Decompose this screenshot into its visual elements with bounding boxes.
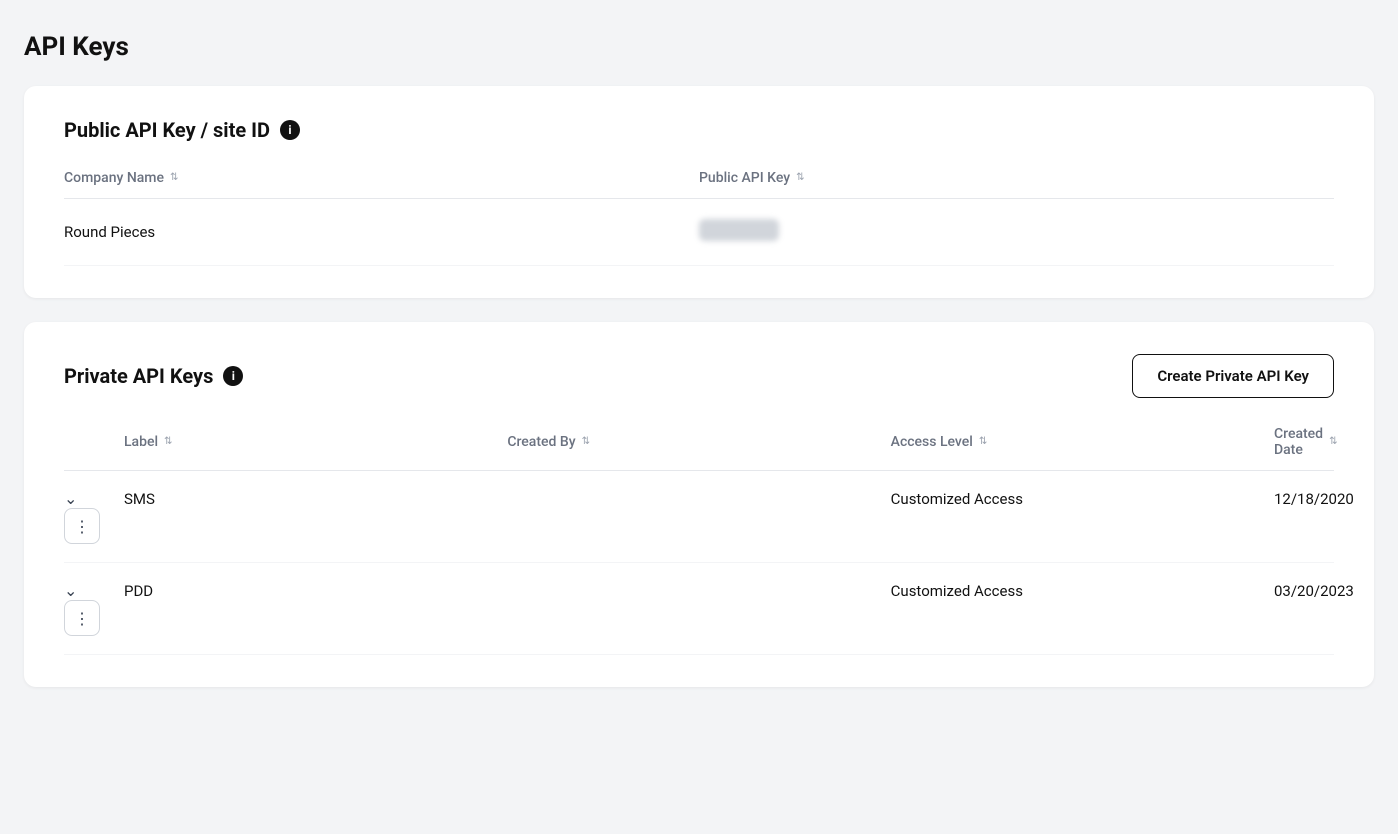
page-title: API Keys <box>24 32 1374 62</box>
public-api-key-info-icon[interactable]: i <box>280 120 300 140</box>
public-api-key-label: Public API Key <box>699 170 790 186</box>
created-by-col-label: Created By <box>507 434 575 450</box>
label-col-label: Label <box>124 434 158 450</box>
company-name-cell: Round Pieces <box>64 223 699 241</box>
create-private-api-key-button[interactable]: Create Private API Key <box>1132 354 1334 398</box>
more-actions-sms-button[interactable]: ⋮ <box>64 508 100 544</box>
public-api-key-title: Public API Key / site ID <box>64 118 270 142</box>
created-date-pdd: 03/20/2023 <box>1274 582 1334 600</box>
label-pdd: PDD <box>124 582 507 600</box>
expand-sms[interactable]: ⌄ <box>64 489 124 508</box>
actions-pdd: ⋮ <box>64 600 124 636</box>
chevron-down-icon-sms: ⌄ <box>64 489 77 508</box>
access-level-col-label: Access Level <box>891 434 973 450</box>
private-key-table-header: Label ⇅ Created By ⇅ Access Level ⇅ Crea… <box>64 426 1334 471</box>
blurred-api-key <box>699 219 779 241</box>
public-api-key-cell <box>699 219 1334 245</box>
created-date-sms: 12/18/2020 <box>1274 490 1334 508</box>
ellipsis-vertical-icon-pdd: ⋮ <box>74 609 90 628</box>
access-level-pdd: Customized Access <box>891 582 1274 600</box>
more-actions-pdd-button[interactable]: ⋮ <box>64 600 100 636</box>
company-name-sort-icon[interactable]: ⇅ <box>170 173 178 183</box>
public-key-table-row: Round Pieces <box>64 199 1334 266</box>
label-sort-icon[interactable]: ⇅ <box>164 437 172 447</box>
expand-pdd[interactable]: ⌄ <box>64 581 124 600</box>
private-api-key-title: Private API Keys <box>64 364 213 388</box>
created-by-sort-icon[interactable]: ⇅ <box>582 437 590 447</box>
actions-sms: ⋮ <box>64 508 124 544</box>
company-name-col-header: Company Name ⇅ <box>64 170 699 186</box>
private-api-key-header-row: Private API Keys i Create Private API Ke… <box>64 354 1334 398</box>
created-date-sort-icon[interactable]: ⇅ <box>1329 437 1337 447</box>
public-api-key-card: Public API Key / site ID i Company Name … <box>24 86 1374 298</box>
label-col-header: Label ⇅ <box>124 434 507 450</box>
created-date-col-header: Created Date ⇅ <box>1274 426 1334 458</box>
created-by-col-header: Created By ⇅ <box>507 434 890 450</box>
private-api-key-card: Private API Keys i Create Private API Ke… <box>24 322 1374 687</box>
label-sms: SMS <box>124 490 507 508</box>
private-api-key-title-group: Private API Keys i <box>64 364 243 388</box>
private-api-key-info-icon[interactable]: i <box>223 366 243 386</box>
public-key-table-header: Company Name ⇅ Public API Key ⇅ <box>64 170 1334 199</box>
private-key-row-pdd: ⌄ PDD Customized Access 03/20/2023 ⋮ <box>64 563 1334 655</box>
private-key-row-sms: ⌄ SMS Customized Access 12/18/2020 ⋮ <box>64 471 1334 563</box>
chevron-down-icon-pdd: ⌄ <box>64 581 77 600</box>
access-level-sort-icon[interactable]: ⇅ <box>979 437 987 447</box>
company-name-label: Company Name <box>64 170 164 186</box>
ellipsis-vertical-icon-sms: ⋮ <box>74 517 90 536</box>
access-level-sms: Customized Access <box>891 490 1274 508</box>
created-date-col-label: Created Date <box>1274 426 1323 458</box>
access-level-col-header: Access Level ⇅ <box>891 434 1274 450</box>
public-api-key-header: Public API Key / site ID i <box>64 118 1334 142</box>
public-api-key-col-header: Public API Key ⇅ <box>699 170 1334 186</box>
public-api-key-sort-icon[interactable]: ⇅ <box>796 173 804 183</box>
